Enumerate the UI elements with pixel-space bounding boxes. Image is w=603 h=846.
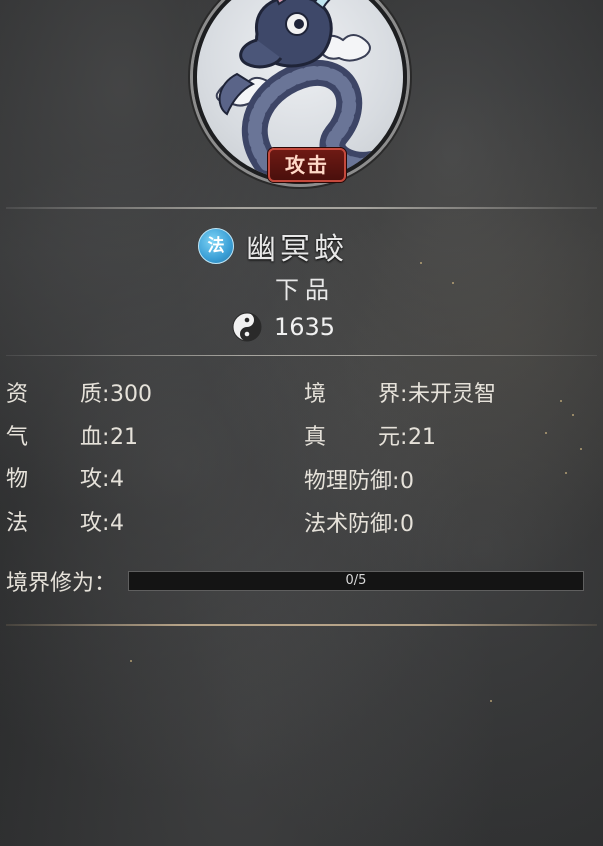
- pet-name-row: 法 幽冥蛟: [198, 226, 348, 267]
- stat-label-char: 资: [6, 382, 29, 407]
- sparkle: [490, 700, 492, 702]
- top-divider: [6, 207, 597, 209]
- stat-label-char: 法: [6, 511, 29, 536]
- stat-label-char: 物: [6, 467, 29, 492]
- stat-label-char: 元: [378, 425, 401, 450]
- stat-colon: :: [102, 467, 110, 492]
- skill-tag-attack: 攻击: [268, 148, 346, 182]
- sparkle: [130, 660, 132, 662]
- stat-label-char: 真: [304, 425, 327, 450]
- stat-label-char: 质: [80, 382, 103, 407]
- stat-colon: :: [392, 512, 400, 537]
- stat-value: 未开灵智: [408, 382, 497, 407]
- stat-colon: :: [102, 382, 110, 407]
- stat-label: 物理防御: [304, 469, 393, 494]
- stat-label-char: 界: [378, 382, 401, 407]
- yin-yang-icon: [232, 312, 262, 342]
- sparkle: [565, 472, 567, 474]
- cultivation-label: 境界修为：: [6, 571, 117, 596]
- stat-value: 4: [110, 467, 125, 492]
- pet-name: 幽冥蛟: [246, 232, 348, 267]
- pet-grade: 下品: [275, 276, 335, 304]
- stat-value: 300: [110, 382, 153, 407]
- stat-realm: 境 界:未开灵智: [304, 380, 496, 410]
- stat-label-char: 攻: [80, 511, 103, 536]
- sparkle: [420, 262, 422, 264]
- stat-label-char: 境: [304, 382, 327, 407]
- stat-label-char: 气: [6, 425, 29, 450]
- stat-value: 21: [110, 425, 139, 450]
- sparkle: [572, 414, 574, 416]
- magic-type-badge: 法: [198, 228, 234, 264]
- stat-qi: 真 元:21: [304, 423, 436, 453]
- cultivation-progress-bar: 0/5: [128, 571, 584, 591]
- sparkle: [580, 448, 582, 450]
- stat-aptitude: 资 质:300: [6, 380, 152, 410]
- stat-colon: :: [102, 425, 110, 450]
- stat-label-char: 攻: [80, 467, 103, 492]
- stats-divider: [6, 355, 597, 356]
- stat-mag-atk: 法 攻:4: [6, 509, 124, 539]
- bottom-divider: [6, 624, 597, 626]
- stat-colon: :: [400, 425, 408, 450]
- stat-label: 法术防御: [304, 512, 393, 537]
- stat-phys-atk: 物 攻:4: [6, 465, 124, 495]
- sparkle: [452, 282, 454, 284]
- sparkle: [545, 432, 547, 434]
- combat-power-row: 1635: [232, 310, 335, 344]
- cultivation-row: 境界修为： 0/5: [6, 566, 596, 596]
- stat-phys-def: 物理防御:0: [304, 467, 414, 497]
- sparkle: [560, 400, 562, 402]
- stat-value: 0: [400, 512, 415, 537]
- stat-hp: 气 血:21: [6, 423, 138, 453]
- cultivation-progress-text: 0/5: [345, 573, 367, 588]
- combat-power-value: 1635: [274, 313, 336, 341]
- stat-colon: :: [102, 511, 110, 536]
- stat-value: 4: [110, 511, 125, 536]
- stat-value: 21: [408, 425, 437, 450]
- stat-colon: :: [400, 382, 408, 407]
- stat-mag-def: 法术防御:0: [304, 510, 414, 540]
- stat-colon: :: [392, 469, 400, 494]
- stat-label-char: 血: [80, 425, 103, 450]
- stat-value: 0: [400, 469, 415, 494]
